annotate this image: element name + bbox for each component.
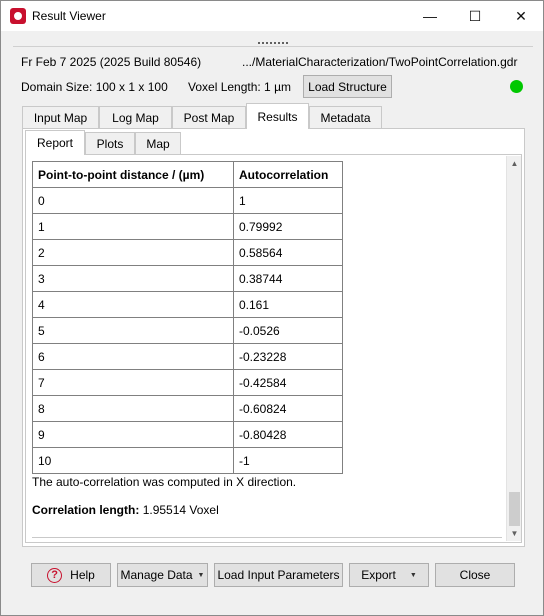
window-title: Result Viewer <box>32 9 106 23</box>
report-view: Point-to-point distance / (µm) Autocorre… <box>25 154 522 543</box>
tab-metadata[interactable]: Metadata <box>309 106 382 128</box>
scroll-up-icon[interactable]: ▲ <box>507 156 521 171</box>
report-divider <box>32 537 502 538</box>
distance-cell: 8 <box>32 395 234 422</box>
distance-cell: 9 <box>32 421 234 448</box>
subtab-report[interactable]: Report <box>25 130 85 155</box>
maximize-button[interactable]: ☐ <box>452 1 498 31</box>
manage-data-label: Manage Data <box>120 568 193 582</box>
voxel-length-label: Voxel Length: 1 µm <box>188 80 291 94</box>
column-header-autocorrelation: Autocorrelation <box>233 161 343 188</box>
correlation-length-value: 1.95514 Voxel <box>142 503 219 517</box>
report-scrollbar[interactable]: ▲ ▼ <box>506 156 521 541</box>
direction-note: The auto-correlation was computed in X d… <box>32 475 297 489</box>
table-row: 1 0.79992 <box>32 213 343 240</box>
result-viewer-window: Result Viewer — ☐ ✕ Fr Feb 7 2025 (2025 … <box>0 0 544 616</box>
table-row: 5 -0.0526 <box>32 317 343 344</box>
correlation-length-label: Correlation length: <box>32 503 140 517</box>
autocorrelation-cell: 0.58564 <box>233 239 343 266</box>
correlation-length: Correlation length: 1.95514 Voxel <box>32 503 219 517</box>
distance-cell: 2 <box>32 239 234 266</box>
autocorrelation-cell: 0.161 <box>233 291 343 318</box>
table-row: 10 -1 <box>32 447 343 474</box>
distance-cell: 10 <box>32 447 234 474</box>
autocorrelation-cell: -0.0526 <box>233 317 343 344</box>
autocorrelation-cell: 0.79992 <box>233 213 343 240</box>
help-button-label: Help <box>70 568 95 582</box>
tab-post-map[interactable]: Post Map <box>172 106 246 128</box>
autocorrelation-cell: -0.80428 <box>233 421 343 448</box>
load-input-parameters-button[interactable]: Load Input Parameters <box>214 563 343 587</box>
scroll-down-icon[interactable]: ▼ <box>507 526 521 541</box>
export-button[interactable]: Export ▼ <box>349 563 429 587</box>
subtab-map[interactable]: Map <box>135 132 181 154</box>
subtab-plots[interactable]: Plots <box>85 132 135 154</box>
divider <box>13 46 533 47</box>
table-row: 2 0.58564 <box>32 239 343 266</box>
distance-cell: 6 <box>32 343 234 370</box>
autocorrelation-cell: -0.23228 <box>233 343 343 370</box>
title-bar: Result Viewer — ☐ ✕ <box>1 1 543 31</box>
distance-cell: 1 <box>32 213 234 240</box>
distance-cell: 3 <box>32 265 234 292</box>
scroll-thumb[interactable] <box>509 492 520 526</box>
autocorrelation-cell: -0.60824 <box>233 395 343 422</box>
tab-input-map[interactable]: Input Map <box>22 106 99 128</box>
distance-cell: 4 <box>32 291 234 318</box>
distance-cell: 5 <box>32 317 234 344</box>
load-structure-button[interactable]: Load Structure <box>303 75 392 98</box>
date-build-label: Fr Feb 7 2025 (2025 Build 80546) <box>21 55 202 69</box>
grip-dots-icon <box>258 42 288 44</box>
table-row: 3 0.38744 <box>32 265 343 292</box>
distance-cell: 7 <box>32 369 234 396</box>
distance-cell: 0 <box>32 187 234 214</box>
help-icon: ? <box>47 567 63 583</box>
autocorrelation-table: Point-to-point distance / (µm) Autocorre… <box>32 161 343 474</box>
export-label: Export <box>361 568 396 582</box>
status-indicator <box>510 80 523 93</box>
close-window-button[interactable]: ✕ <box>498 1 544 31</box>
close-button[interactable]: Close <box>435 563 515 587</box>
table-row: 01 <box>32 187 343 214</box>
column-header-distance: Point-to-point distance / (µm) <box>32 161 234 188</box>
autocorrelation-cell: -0.42584 <box>233 369 343 396</box>
autocorrelation-cell: 0.38744 <box>233 265 343 292</box>
table-row: 6 -0.23228 <box>32 343 343 370</box>
tab-results[interactable]: Results <box>246 103 309 129</box>
tab-log-map[interactable]: Log Map <box>99 106 172 128</box>
chevron-down-icon: ▼ <box>197 571 205 579</box>
domain-size-label: Domain Size: 100 x 1 x 100 <box>21 80 168 94</box>
app-logo-icon <box>10 8 26 24</box>
table-row: 9 -0.80428 <box>32 421 343 448</box>
table-row: 7 -0.42584 <box>32 369 343 396</box>
help-button[interactable]: ? Help <box>31 563 111 587</box>
manage-data-button[interactable]: Manage Data ▼ <box>117 563 208 587</box>
autocorrelation-cell: 1 <box>233 187 343 214</box>
table-row: 8 -0.60824 <box>32 395 343 422</box>
file-path-label: .../MaterialCharacterization/TwoPointCor… <box>242 55 518 69</box>
autocorrelation-cell: -1 <box>233 447 343 474</box>
chevron-down-icon: ▼ <box>409 571 417 579</box>
table-header-row: Point-to-point distance / (µm) Autocorre… <box>32 161 343 188</box>
minimize-button[interactable]: — <box>407 1 453 31</box>
table-row: 4 0.161 <box>32 291 343 318</box>
